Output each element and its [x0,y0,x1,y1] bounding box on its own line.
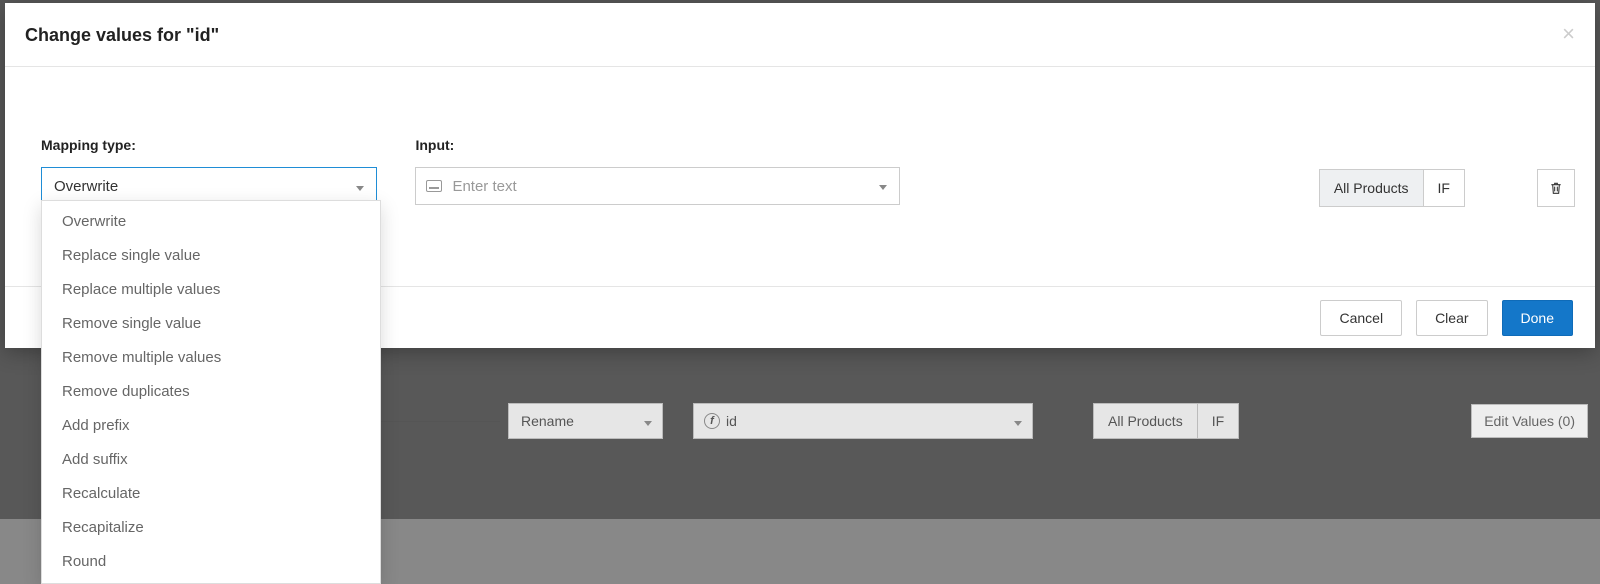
input-text[interactable]: Enter text [415,167,900,205]
input-field: Input: Enter text [415,137,900,205]
keyboard-icon [426,180,442,192]
rule-scope-all-button[interactable]: All Products [1093,403,1197,439]
mapping-option[interactable]: Remove single value [42,307,380,341]
chevron-down-icon [356,178,364,195]
input-label: Input: [415,137,900,153]
delete-button[interactable] [1537,169,1575,207]
mapping-option[interactable]: Add prefix [42,409,380,443]
mapping-option[interactable]: Overwrite [42,201,380,239]
rule-field-select[interactable]: f id [693,403,1033,439]
mapping-option[interactable]: Replace multiple values [42,273,380,307]
mapping-type-label: Mapping type: [41,137,377,153]
scope-if-button[interactable]: IF [1423,169,1465,207]
rule-action-select[interactable]: Rename [508,403,663,439]
mapping-option[interactable]: Remove duplicates [42,375,380,409]
rule-scope-if-button[interactable]: IF [1197,403,1239,439]
change-values-modal: Change values for "id" × Mapping type: O… [5,3,1595,348]
rule-scope-group: All Products IF [1093,403,1239,439]
chevron-down-icon [644,413,652,429]
mapping-option[interactable]: Recalculate [42,477,380,511]
rule-field-value: id [726,413,737,429]
scope-all-button[interactable]: All Products [1319,169,1423,207]
clear-button[interactable]: Clear [1416,300,1487,336]
mapping-option[interactable]: Recapitalize [42,511,380,545]
trash-icon [1548,179,1564,197]
mapping-type-field: Mapping type: Overwrite [41,137,377,205]
mapping-option[interactable]: Add suffix [42,443,380,477]
done-button[interactable]: Done [1502,300,1573,336]
mapping-option[interactable]: Remove multiple values [42,341,380,375]
edit-values-button[interactable]: Edit Values (0) [1471,404,1588,438]
chevron-down-icon [1014,413,1022,429]
mapping-option[interactable]: Replace single value [42,239,380,273]
mapping-type-dropdown: Overwrite Replace single value Replace m… [41,200,381,584]
scope-button-group: All Products IF [1319,169,1465,207]
input-placeholder: Enter text [452,178,516,195]
rule-row-right: Edit Values (0) [1471,396,1588,446]
rule-action-value: Rename [521,413,574,429]
cancel-button[interactable]: Cancel [1320,300,1402,336]
modal-title: Change values for "id" [25,25,219,46]
right-controls: All Products IF [1319,169,1575,207]
chevron-down-icon [879,177,887,195]
modal-header: Change values for "id" × [5,3,1595,67]
mapping-type-selected: Overwrite [54,178,118,195]
function-icon: f [704,413,720,429]
mapping-option[interactable]: Round [42,545,380,583]
close-icon[interactable]: × [1562,25,1575,40]
